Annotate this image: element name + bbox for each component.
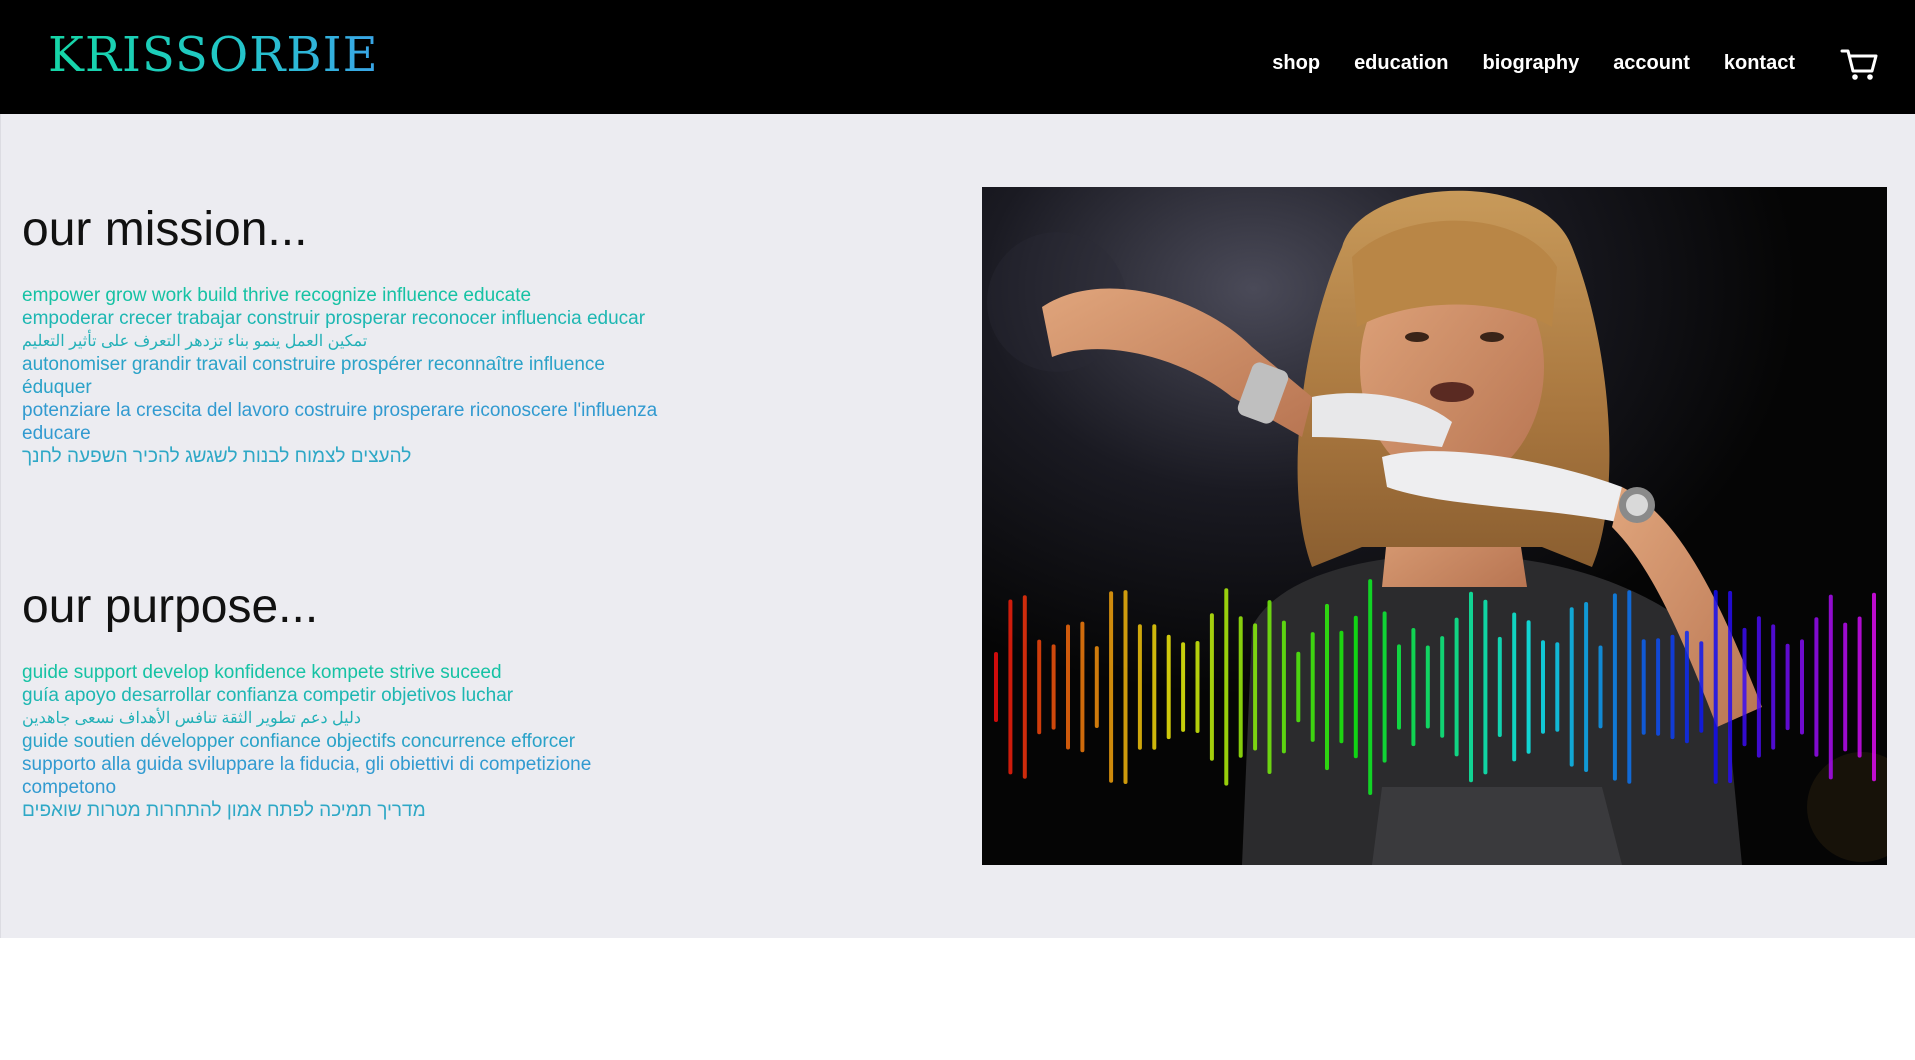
equalizer-bar (1454, 617, 1459, 757)
equalizer-bar (1411, 628, 1416, 747)
equalizer-bar (1152, 624, 1157, 750)
equalizer-bar (1857, 616, 1862, 758)
purpose-line-ar: دليل دعم تطوير الثقة تنافس الأهداف نسعى … (22, 710, 361, 727)
purpose-line-it: supporto alla guida sviluppare la fiduci… (22, 754, 592, 798)
hero-photo-illustration (982, 187, 1887, 865)
equalizer-bar (1368, 579, 1373, 795)
equalizer-bar (1843, 622, 1848, 752)
hero-photo (982, 187, 1887, 865)
equalizer-bar (1656, 638, 1661, 736)
equalizer-bar (1353, 615, 1358, 759)
nav-shop[interactable]: shop (1272, 50, 1320, 76)
equalizer-bar (1296, 651, 1301, 723)
equalizer-bar (1137, 624, 1142, 750)
equalizer-bar (1440, 636, 1445, 738)
equalizer-bar (1828, 594, 1833, 780)
site-logo[interactable]: KRISSORBIE (48, 26, 379, 84)
nav-account[interactable]: account (1613, 50, 1690, 76)
equalizer-bar (1497, 636, 1502, 737)
purpose-section: our purpose... guide support develop kon… (22, 579, 662, 822)
equalizer-bar (1425, 645, 1430, 729)
equalizer-bar (1166, 634, 1171, 740)
equalizer-bar (1051, 644, 1056, 730)
purpose-line-fr: guide soutien développer confiance objec… (22, 731, 576, 752)
equalizer-bar (1756, 616, 1761, 758)
equalizer-bar (1469, 591, 1473, 783)
equalizer-bar (1728, 590, 1733, 784)
equalizer-bar (1339, 630, 1344, 744)
equalizer-bar (1872, 592, 1876, 782)
purpose-heading: our purpose... (22, 580, 319, 633)
equalizer-bar (1325, 603, 1329, 771)
mission-line-en: empower grow work build thrive recognize… (22, 285, 532, 306)
equalizer-bar (1310, 632, 1315, 742)
equalizer-bar (1670, 634, 1675, 740)
equalizer-bar (1094, 646, 1099, 728)
purpose-lines: guide support develop konfidence kompete… (22, 661, 662, 822)
content-area: our mission... empower grow work build t… (0, 114, 1915, 938)
equalizer-bar (1267, 600, 1272, 774)
equalizer-bar (1238, 616, 1243, 758)
nav-biography[interactable]: biography (1483, 50, 1580, 76)
purpose-line-he: מדריך תמיכה לפתח אמון להתחרות מטרות שואפ… (22, 800, 426, 821)
mission-line-ar: تمكين العمل ينمو بناء تزدهر التعرف على ت… (22, 333, 368, 350)
equalizer-bar (1253, 623, 1258, 751)
equalizer-bar (1742, 627, 1747, 747)
equalizer-bar (1008, 599, 1013, 775)
equalizer-bar (1022, 595, 1027, 779)
mission-lines: empower grow work build thrive recognize… (22, 284, 662, 468)
equalizer-bar (1541, 640, 1545, 734)
equalizer-bar (1713, 590, 1718, 784)
equalizer-bar (994, 652, 998, 722)
equalizer-bar (1209, 613, 1214, 761)
equalizer-bar (1569, 607, 1574, 767)
equalizer-bar (1526, 620, 1531, 754)
mission-line-he: להעצים לצמוח לבנות לשגשג להכיר השפעה לחנ… (22, 446, 412, 467)
equalizer-bar (1181, 642, 1186, 732)
equalizer-bar (1080, 621, 1085, 753)
equalizer-bar (1771, 624, 1776, 750)
main-nav: shop education biography account kontact (1238, 50, 1795, 76)
equalizer-bar (1627, 590, 1632, 784)
mission-line-es: empoderar crecer trabajar construir pros… (22, 308, 646, 329)
equalizer-bar (1397, 644, 1401, 730)
nav-education[interactable]: education (1354, 50, 1448, 76)
equalizer-bar (1382, 611, 1387, 763)
page-bottom-area (0, 938, 1915, 1060)
equalizer-bar (1684, 630, 1689, 744)
shopping-cart-icon[interactable] (1839, 44, 1879, 84)
equalizer-bar (1612, 593, 1617, 781)
equalizer-bar (1037, 639, 1042, 735)
equalizer-bar (1641, 639, 1646, 735)
mission-line-fr: autonomiser grandir travail construire p… (22, 354, 605, 398)
equalizer-bar (1512, 612, 1517, 762)
equalizer-bar (1109, 591, 1114, 783)
equalizer-bar (1814, 617, 1819, 757)
equalizer-bar (1281, 620, 1286, 754)
equalizer-bar (1224, 588, 1229, 786)
site-header: KRISSORBIE shop education biography acco… (0, 0, 1915, 114)
equalizer-bar (1195, 641, 1200, 733)
equalizer-bar (1598, 645, 1603, 729)
equalizer-bar (1483, 599, 1488, 775)
equalizer-bar (1123, 590, 1128, 784)
equalizer-bar (1785, 643, 1790, 731)
mission-heading: our mission... (22, 203, 308, 256)
equalizer-bar (1699, 641, 1704, 733)
equalizer-bar (1555, 642, 1560, 732)
equalizer-bar (1800, 639, 1804, 735)
nav-kontact[interactable]: kontact (1724, 50, 1795, 76)
mission-line-it: potenziare la crescita del lavoro costru… (22, 400, 658, 444)
equalizer-bar (1066, 624, 1070, 750)
purpose-line-en: guide support develop konfidence kompete… (22, 662, 502, 683)
equalizer-bar (1584, 602, 1589, 772)
mission-section: our mission... empower grow work build t… (22, 202, 662, 468)
purpose-line-es: guía apoyo desarrollar confianza competi… (22, 685, 514, 706)
